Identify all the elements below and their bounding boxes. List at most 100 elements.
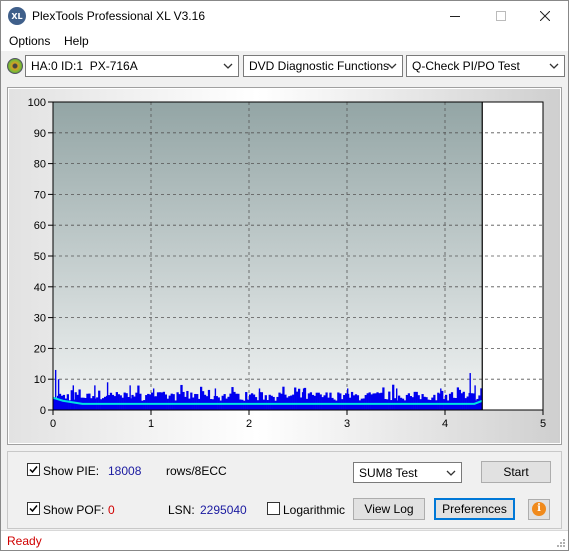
pie-bar: [70, 390, 73, 410]
view-log-button[interactable]: View Log: [353, 498, 425, 520]
pie-bar: [229, 393, 232, 410]
pie-spike: [302, 388, 305, 410]
pie-bar: [429, 400, 432, 410]
pie-bar: [354, 394, 358, 410]
pie-bar: [376, 392, 379, 410]
pie-bar: [245, 392, 248, 410]
pie-bar: [352, 395, 356, 410]
show-pie-checkbox[interactable]: [27, 463, 40, 476]
pie-bar: [407, 393, 411, 410]
x-tick-label: 0: [50, 418, 56, 430]
pie-spike: [94, 385, 96, 410]
pie-bar: [284, 394, 287, 410]
pie-bar: [145, 395, 148, 410]
show-pof-label: Show POF:: [43, 503, 105, 517]
pie-bar: [405, 394, 409, 410]
pie-bar: [403, 400, 407, 410]
pie-bar: [456, 387, 460, 410]
show-pof-checkbox[interactable]: [27, 502, 40, 515]
pie-bar: [445, 394, 448, 410]
pie-bar: [109, 392, 113, 410]
pie-bar: [370, 394, 373, 410]
pie-unit: rows/8ECC: [166, 464, 227, 478]
pie-spike: [57, 379, 60, 410]
pie-bar: [450, 392, 454, 410]
sum-test-select[interactable]: SUM8 Test: [353, 462, 462, 483]
pie-bar: [237, 393, 240, 410]
pie-bar: [62, 394, 66, 410]
lsn-value: 2295040: [200, 503, 247, 517]
info-button[interactable]: i: [528, 499, 550, 520]
pie-bar: [458, 389, 461, 410]
logarithmic-checkbox[interactable]: [267, 502, 280, 515]
pie-bar: [366, 393, 369, 410]
status-bar: Ready: [1, 530, 568, 550]
pie-bar: [325, 392, 328, 410]
pie-bar: [256, 400, 260, 410]
pie-bar: [223, 394, 226, 410]
pie-bar: [151, 392, 154, 410]
x-axis-ticks: 0 1 2 3 4 5: [50, 410, 546, 430]
pie-bar: [268, 394, 271, 410]
y-tick-label: 0: [40, 405, 46, 417]
pie-bar: [235, 393, 238, 410]
pie-bar: [203, 394, 207, 410]
pie-bar: [392, 384, 395, 410]
pie-bar: [141, 400, 144, 410]
pie-bar: [170, 393, 173, 410]
pie-spike: [180, 385, 182, 410]
pie-spike: [474, 385, 476, 410]
pie-bar: [115, 392, 118, 410]
pie-bar: [139, 393, 142, 410]
logarithmic-label: Logarithmic: [283, 503, 346, 517]
pie-bar: [296, 391, 299, 410]
pie-bar: [311, 394, 314, 410]
pie-bar: [329, 392, 332, 410]
start-button[interactable]: Start: [481, 461, 551, 483]
preferences-button[interactable]: Preferences: [434, 498, 515, 520]
pie-bar: [374, 393, 377, 410]
pie-bar: [194, 393, 197, 410]
pie-bar: [168, 395, 171, 410]
pie-bar: [160, 392, 164, 410]
pie-bar: [158, 392, 162, 410]
pie-bar: [196, 394, 199, 410]
pof-value: 0: [108, 503, 115, 517]
pie-bar: [233, 391, 236, 410]
y-tick-label: 10: [34, 374, 46, 386]
y-tick-label: 40: [34, 282, 46, 294]
pie-bar: [343, 394, 346, 410]
pie-bar: [266, 400, 269, 410]
resize-grip-icon[interactable]: [556, 538, 566, 548]
pie-bar: [241, 399, 244, 410]
y-tick-label: 20: [34, 343, 46, 355]
pie-spike: [258, 388, 261, 410]
pie-bar: [176, 392, 179, 410]
pie-bar: [260, 392, 264, 410]
pie-bar: [250, 393, 254, 410]
pie-bar: [123, 392, 126, 410]
pie-bar: [131, 394, 134, 410]
pie-spike: [54, 369, 57, 410]
y-tick-label: 90: [34, 128, 46, 140]
pie-bar: [356, 395, 360, 410]
pie-bar: [186, 390, 189, 410]
pie-bar: [307, 393, 311, 410]
plot-area: [53, 102, 483, 410]
pie-bar: [190, 392, 193, 410]
lsn-label: LSN:: [168, 503, 195, 517]
pie-bar: [388, 391, 391, 410]
info-icon: i: [532, 502, 546, 516]
pie-bar: [462, 391, 465, 410]
pie-bar: [147, 393, 150, 410]
pie-bar: [472, 393, 475, 410]
pie-bar: [274, 400, 277, 410]
pie-bar: [178, 394, 181, 410]
pie-bar: [415, 391, 418, 410]
pie-bar: [119, 395, 122, 410]
pie-bar: [243, 400, 246, 410]
pie-bar: [315, 392, 318, 410]
pie-bar: [174, 400, 177, 410]
pie-bar: [219, 400, 222, 410]
pie-bar: [135, 392, 138, 410]
